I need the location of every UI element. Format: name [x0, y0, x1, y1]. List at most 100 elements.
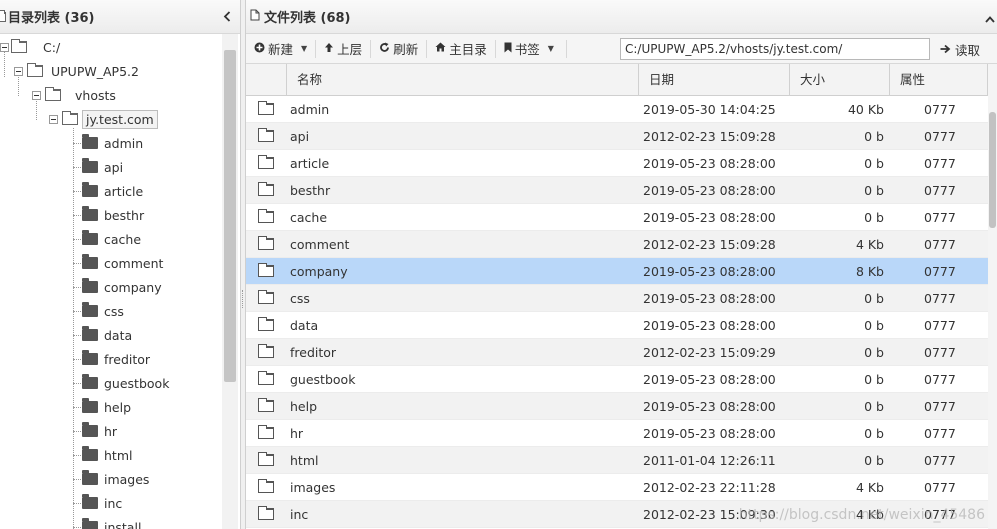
arrow-up-icon — [324, 42, 334, 56]
folder-icon — [82, 518, 98, 529]
new-button[interactable]: 新建 ▼ — [246, 37, 315, 61]
tree-node-folder[interactable]: freditor — [82, 348, 150, 370]
file-table-scrollbar[interactable] — [988, 64, 997, 529]
chevron-up-icon[interactable] — [985, 12, 995, 26]
tree-node-folder[interactable]: html — [82, 444, 132, 466]
bookmark-button[interactable]: 书签 ▼ — [496, 37, 562, 61]
tree-node-vhosts[interactable]: vhosts — [32, 84, 116, 106]
folder-icon — [258, 425, 274, 441]
tree-node-folder[interactable]: inc — [82, 492, 122, 514]
table-row[interactable]: images 2012-02-23 22:11:28 4 Kb 0777 — [246, 474, 988, 501]
tree-node-folder[interactable]: help — [82, 396, 131, 418]
table-row[interactable]: besthr 2019-05-23 08:28:00 0 b 0777 — [246, 177, 988, 204]
file-date: 2019-05-23 08:28:00 — [643, 183, 776, 198]
file-name[interactable]: images — [290, 474, 335, 501]
file-name[interactable]: freditor — [290, 339, 336, 366]
tree-node-folder[interactable]: data — [82, 324, 132, 346]
file-name[interactable]: comment — [290, 231, 349, 258]
table-row[interactable]: inc 2012-02-23 15:09:30 4 Kb 0777 — [246, 501, 988, 528]
table-row[interactable]: company 2019-05-23 08:28:00 8 Kb 0777 — [246, 258, 988, 285]
tree-node-folder[interactable]: company — [82, 276, 162, 298]
directory-scrollbar[interactable] — [222, 34, 238, 529]
file-date: 2012-02-23 22:11:28 — [643, 480, 776, 495]
file-name[interactable]: admin — [290, 96, 329, 123]
refresh-button[interactable]: 刷新 — [371, 37, 426, 61]
tree-node-folder[interactable]: api — [82, 156, 123, 178]
column-header-date-label: 日期 — [649, 72, 675, 87]
tree-node-folder[interactable]: images — [82, 468, 149, 490]
file-name[interactable]: guestbook — [290, 366, 355, 393]
file-name[interactable]: data — [290, 312, 318, 339]
up-level-button[interactable]: 上层 — [316, 37, 370, 61]
column-header-name[interactable]: 名称 — [287, 64, 639, 96]
table-row[interactable]: freditor 2012-02-23 15:09:29 0 b 0777 — [246, 339, 988, 366]
tree-node-folder[interactable]: besthr — [82, 204, 144, 226]
table-row[interactable]: api 2012-02-23 15:09:28 0 b 0777 — [246, 123, 988, 150]
table-row[interactable]: hr 2019-05-23 08:28:00 0 b 0777 — [246, 420, 988, 447]
file-name[interactable]: api — [290, 123, 309, 150]
folder-icon — [82, 374, 98, 389]
chevron-left-icon[interactable] — [220, 9, 234, 23]
file-attr: 0777 — [924, 183, 956, 198]
tree-node-folder[interactable]: hr — [82, 420, 117, 442]
file-name[interactable]: css — [290, 285, 310, 312]
table-row[interactable]: guestbook 2019-05-23 08:28:00 0 b 0777 — [246, 366, 988, 393]
collapse-toggle-icon[interactable] — [49, 114, 58, 124]
file-date: 2019-05-23 08:28:00 — [643, 210, 776, 225]
tree-node-root[interactable]: C:/ — [0, 36, 60, 58]
folder-icon — [82, 278, 98, 293]
folder-open-icon — [45, 87, 61, 101]
file-name[interactable]: help — [290, 393, 317, 420]
file-name[interactable]: besthr — [290, 177, 330, 204]
file-attr: 0777 — [924, 291, 956, 306]
table-row[interactable]: comment 2012-02-23 15:09:28 4 Kb 0777 — [246, 231, 988, 258]
tree-node-folder[interactable]: css — [82, 300, 124, 322]
collapse-toggle-icon[interactable] — [0, 42, 9, 52]
tree-node-label: comment — [104, 255, 164, 271]
table-row[interactable]: admin 2019-05-30 14:04:25 40 Kb 0777 — [246, 96, 988, 123]
table-row[interactable]: css 2019-05-23 08:28:00 0 b 0777 — [246, 285, 988, 312]
tree-node-folder[interactable]: cache — [82, 228, 141, 250]
tree-node-folder[interactable]: install — [82, 516, 141, 529]
file-attr: 0777 — [924, 399, 956, 414]
column-header-date[interactable]: 日期 — [639, 64, 790, 96]
file-name[interactable]: html — [290, 447, 318, 474]
file-name[interactable]: cache — [290, 204, 327, 231]
file-date: 2019-05-23 08:28:00 — [643, 291, 776, 306]
home-directory-button[interactable]: 主目录 — [427, 37, 495, 61]
tree-node-folder[interactable]: comment — [82, 252, 163, 274]
folder-icon — [82, 398, 98, 413]
table-row[interactable]: html 2011-01-04 12:26:11 0 b 0777 — [246, 447, 988, 474]
scrollbar-thumb[interactable] — [989, 112, 996, 228]
new-button-label: 新建 — [268, 42, 294, 57]
path-input[interactable] — [620, 38, 930, 60]
column-header-size[interactable]: 大小 — [790, 64, 890, 96]
tree-node-jy-test-com[interactable]: jy.test.com — [49, 108, 158, 130]
folder-icon — [82, 350, 98, 365]
bookmark-icon — [504, 42, 512, 56]
table-row[interactable]: cache 2019-05-23 08:28:00 0 b 0777 — [246, 204, 988, 231]
tree-node-upupw[interactable]: UPUPW_AP5.2 — [14, 60, 139, 82]
refresh-icon — [379, 42, 390, 56]
caret-down-icon: ▼ — [547, 44, 554, 53]
collapse-toggle-icon[interactable] — [32, 90, 41, 100]
tree-node-folder[interactable]: article — [82, 180, 143, 202]
file-date: 2019-05-23 08:28:00 — [643, 372, 776, 387]
tree-node-folder[interactable]: admin — [82, 132, 143, 154]
table-row[interactable]: article 2019-05-23 08:28:00 0 b 0777 — [246, 150, 988, 177]
table-row[interactable]: help 2019-05-23 08:28:00 0 b 0777 — [246, 393, 988, 420]
column-header-attr[interactable]: 属性 — [890, 64, 988, 96]
file-name[interactable]: hr — [290, 420, 303, 447]
tree-node-folder[interactable]: guestbook — [82, 372, 169, 394]
read-button[interactable]: 读取 — [934, 38, 986, 60]
file-size: 4 Kb — [855, 507, 884, 522]
file-name[interactable]: company — [290, 258, 348, 285]
file-name[interactable]: inc — [290, 501, 308, 528]
tree-node-label: images — [104, 471, 150, 487]
collapse-toggle-icon[interactable] — [14, 66, 23, 76]
scrollbar-thumb[interactable] — [224, 50, 236, 382]
file-name[interactable]: article — [290, 150, 329, 177]
splitter-grip[interactable] — [242, 290, 244, 308]
table-row[interactable]: data 2019-05-23 08:28:00 0 b 0777 — [246, 312, 988, 339]
file-list-title: 文件列表 (68) — [264, 11, 351, 26]
